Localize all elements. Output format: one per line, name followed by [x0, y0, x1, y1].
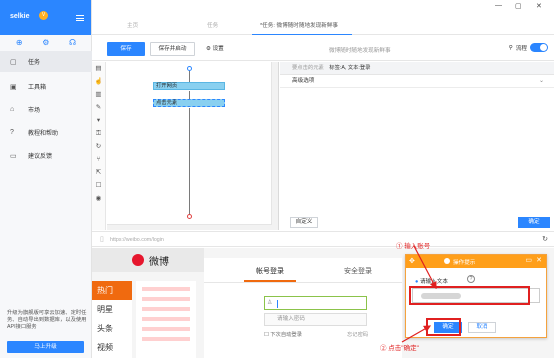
annotation-arrows	[401, 245, 437, 343]
